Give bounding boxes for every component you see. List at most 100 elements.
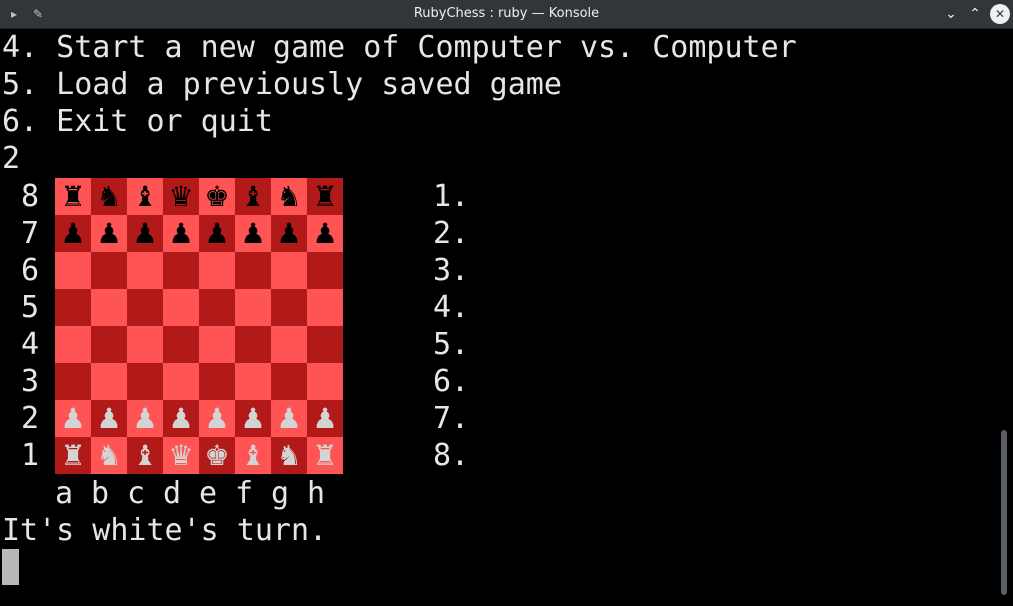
square-h3 bbox=[307, 363, 343, 400]
move-list-item: 6. bbox=[433, 364, 470, 399]
black-piece: ♝ bbox=[132, 180, 158, 213]
square-h7: ♟ bbox=[307, 215, 343, 252]
square-b1: ♞ bbox=[91, 437, 127, 474]
square-e2: ♟ bbox=[199, 400, 235, 437]
file-label: h bbox=[306, 476, 326, 511]
square-h6 bbox=[307, 252, 343, 289]
black-piece: ♟ bbox=[276, 217, 302, 250]
square-g4 bbox=[271, 326, 307, 363]
square-h4 bbox=[307, 326, 343, 363]
square-c2: ♟ bbox=[127, 400, 163, 437]
square-b4 bbox=[91, 326, 127, 363]
square-f8: ♝ bbox=[235, 178, 271, 215]
user-input-line: 2 bbox=[2, 141, 21, 176]
black-piece: ♚ bbox=[204, 180, 230, 213]
minimize-button[interactable]: ⌄ bbox=[941, 4, 961, 24]
square-a3 bbox=[55, 363, 91, 400]
square-e1: ♚ bbox=[199, 437, 235, 474]
white-piece: ♜ bbox=[60, 439, 86, 472]
file-label: a bbox=[54, 476, 74, 511]
status-line: It's white's turn. bbox=[2, 513, 328, 548]
black-piece: ♞ bbox=[276, 180, 302, 213]
square-f4 bbox=[235, 326, 271, 363]
square-a5 bbox=[55, 289, 91, 326]
square-d8: ♛ bbox=[163, 178, 199, 215]
file-label: c bbox=[126, 476, 146, 511]
square-f3 bbox=[235, 363, 271, 400]
menu-line-4: 4. Start a new game of Computer vs. Comp… bbox=[2, 30, 797, 65]
black-piece: ♛ bbox=[168, 180, 194, 213]
white-piece: ♝ bbox=[240, 439, 266, 472]
square-h5 bbox=[307, 289, 343, 326]
maximize-button[interactable]: ⌃ bbox=[965, 4, 985, 24]
square-a7: ♟ bbox=[55, 215, 91, 252]
square-c6 bbox=[127, 252, 163, 289]
square-c4 bbox=[127, 326, 163, 363]
square-e3 bbox=[199, 363, 235, 400]
move-list-item: 3. bbox=[433, 253, 470, 288]
square-f7: ♟ bbox=[235, 215, 271, 252]
square-c7: ♟ bbox=[127, 215, 163, 252]
black-piece: ♟ bbox=[132, 217, 158, 250]
white-piece: ♟ bbox=[276, 402, 302, 435]
square-e7: ♟ bbox=[199, 215, 235, 252]
konsole-window: ▸ ✎ RubyChess : ruby — Konsole ⌄ ⌃ ✕ 4. … bbox=[0, 0, 1013, 606]
square-g5 bbox=[271, 289, 307, 326]
black-piece: ♜ bbox=[312, 180, 338, 213]
square-b5 bbox=[91, 289, 127, 326]
square-c3 bbox=[127, 363, 163, 400]
white-piece: ♞ bbox=[276, 439, 302, 472]
square-b6 bbox=[91, 252, 127, 289]
rank-label: 7 bbox=[20, 216, 40, 251]
square-e5 bbox=[199, 289, 235, 326]
square-d7: ♟ bbox=[163, 215, 199, 252]
square-a2: ♟ bbox=[55, 400, 91, 437]
title-bar[interactable]: ▸ ✎ RubyChess : ruby — Konsole ⌄ ⌃ ✕ bbox=[0, 0, 1013, 29]
move-list-item: 7. bbox=[433, 401, 470, 436]
square-b7: ♟ bbox=[91, 215, 127, 252]
close-button[interactable]: ✕ bbox=[990, 4, 1010, 24]
move-list-item: 8. bbox=[433, 438, 470, 473]
white-piece: ♟ bbox=[168, 402, 194, 435]
square-c5 bbox=[127, 289, 163, 326]
square-g1: ♞ bbox=[271, 437, 307, 474]
chess-board: ♜ ♞ ♝ ♛ ♚ ♝ ♞ ♜ ♟ ♟ ♟ ♟ ♟ ♟ ♟ ♟ ♟ ♟ ♟ ♟ ♟ ♟ ♟ ♟ ♜ ♞ ♝ ♛ ♚ ♝ ♞ ♜ bbox=[55, 178, 343, 474]
square-h1: ♜ bbox=[307, 437, 343, 474]
rank-label: 4 bbox=[20, 327, 40, 362]
square-d1: ♛ bbox=[163, 437, 199, 474]
square-d2: ♟ bbox=[163, 400, 199, 437]
white-piece: ♞ bbox=[96, 439, 122, 472]
white-piece: ♟ bbox=[60, 402, 86, 435]
white-piece: ♟ bbox=[240, 402, 266, 435]
white-piece: ♝ bbox=[132, 439, 158, 472]
square-d5 bbox=[163, 289, 199, 326]
square-g2: ♟ bbox=[271, 400, 307, 437]
square-g7: ♟ bbox=[271, 215, 307, 252]
white-piece: ♟ bbox=[96, 402, 122, 435]
text-cursor bbox=[2, 549, 19, 585]
black-piece: ♟ bbox=[60, 217, 86, 250]
rank-label: 8 bbox=[20, 179, 40, 214]
white-piece: ♟ bbox=[204, 402, 230, 435]
black-piece: ♟ bbox=[240, 217, 266, 250]
square-c1: ♝ bbox=[127, 437, 163, 474]
black-piece: ♟ bbox=[204, 217, 230, 250]
black-piece: ♝ bbox=[240, 180, 266, 213]
square-f1: ♝ bbox=[235, 437, 271, 474]
white-piece: ♛ bbox=[168, 439, 194, 472]
square-f6 bbox=[235, 252, 271, 289]
square-g3 bbox=[271, 363, 307, 400]
square-a8: ♜ bbox=[55, 178, 91, 215]
white-piece: ♜ bbox=[312, 439, 338, 472]
square-d3 bbox=[163, 363, 199, 400]
scrollbar-thumb[interactable] bbox=[1001, 430, 1007, 595]
square-a6 bbox=[55, 252, 91, 289]
square-f5 bbox=[235, 289, 271, 326]
square-b8: ♞ bbox=[91, 178, 127, 215]
menu-line-6: 6. Exit or quit bbox=[2, 104, 273, 139]
square-e8: ♚ bbox=[199, 178, 235, 215]
square-h2: ♟ bbox=[307, 400, 343, 437]
file-label: d bbox=[162, 476, 182, 511]
square-e4 bbox=[199, 326, 235, 363]
terminal-area[interactable]: 4. Start a new game of Computer vs. Comp… bbox=[0, 29, 1000, 606]
